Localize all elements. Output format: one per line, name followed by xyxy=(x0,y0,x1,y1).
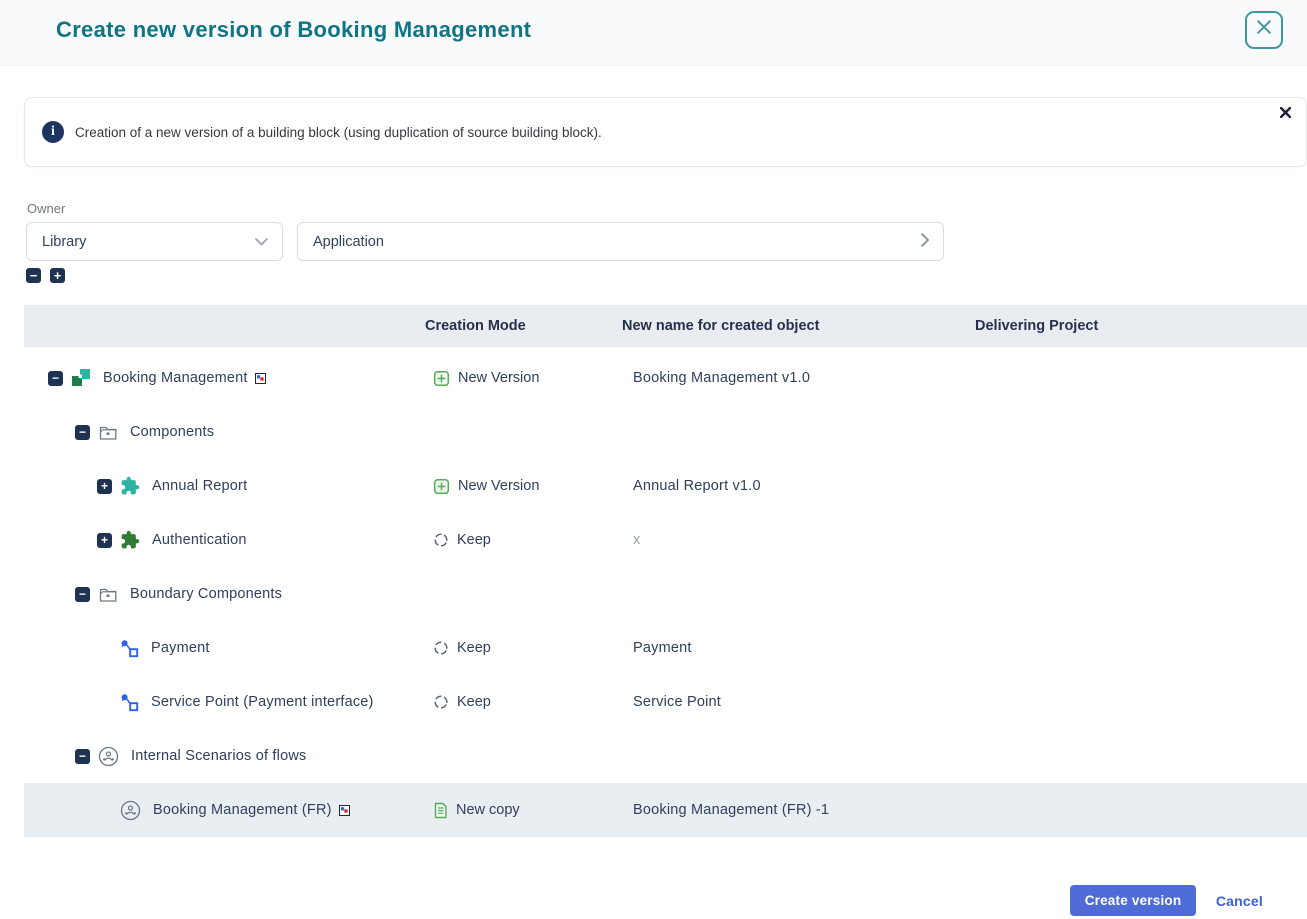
tree-cell: Booking Management (FR) xyxy=(24,800,425,821)
tree-cell: − Internal Scenarios of flows xyxy=(24,746,425,767)
chevron-down-icon xyxy=(255,234,268,250)
scenario-icon xyxy=(120,800,141,821)
dialog-title: Create new version of Booking Management xyxy=(56,17,531,43)
new-name-cell: Annual Report v1.0 xyxy=(622,478,975,494)
tree-cell: − Components xyxy=(24,424,425,441)
building-blocks-icon xyxy=(71,368,91,388)
new-name-cell: Booking Management v1.0 xyxy=(622,370,975,386)
owner-label: Owner xyxy=(27,201,65,216)
building-block-table: Creation Mode New name for created objec… xyxy=(24,305,1307,837)
tree-cell: + Annual Report xyxy=(24,476,425,496)
table-body: − Booking Management New Version Booking … xyxy=(24,351,1307,837)
creation-mode-cell[interactable]: Keep xyxy=(425,694,622,710)
tree-cell: − Boundary Components xyxy=(24,586,425,603)
expand-node-button[interactable]: + xyxy=(97,479,112,494)
info-banner: i Creation of a new version of a buildin… xyxy=(24,97,1307,167)
tree-cell: + Authentication xyxy=(24,530,425,550)
table-row[interactable]: − Booking Management New Version Booking … xyxy=(24,351,1307,405)
interface-icon xyxy=(120,693,139,712)
owner-target-picker[interactable]: Application xyxy=(297,222,944,261)
folder-icon xyxy=(98,424,118,441)
new-name-cell: Booking Management (FR) -1 xyxy=(622,802,975,818)
collapse-all-button[interactable]: − xyxy=(26,268,41,283)
collapse-node-button[interactable]: − xyxy=(48,371,63,386)
folder-icon xyxy=(98,586,118,603)
create-version-button[interactable]: Create version xyxy=(1070,885,1196,916)
table-row[interactable]: Booking Management (FR) New copy Booking … xyxy=(24,783,1307,837)
creation-mode-label: New Version xyxy=(458,370,539,386)
new-version-icon xyxy=(433,370,450,387)
new-name-cell: Payment xyxy=(622,640,975,656)
creation-mode-cell[interactable]: Keep xyxy=(425,640,622,656)
shared-badge-icon xyxy=(255,373,266,384)
puzzle-green-icon xyxy=(120,530,140,550)
banner-close-icon[interactable] xyxy=(1280,107,1291,118)
scenario-icon xyxy=(98,746,119,767)
new-name-cell: Service Point xyxy=(622,694,975,710)
node-label: Payment xyxy=(151,640,210,656)
column-creation-mode: Creation Mode xyxy=(425,318,622,334)
collapse-node-button[interactable]: − xyxy=(75,749,90,764)
new-name-cell: x xyxy=(622,532,975,548)
expand-node-button[interactable]: + xyxy=(97,533,112,548)
puzzle-teal-icon xyxy=(120,476,140,496)
expand-all-button[interactable]: + xyxy=(50,268,65,283)
shared-badge-icon xyxy=(339,805,350,816)
chevron-right-icon xyxy=(921,233,929,251)
collapse-node-button[interactable]: − xyxy=(75,425,90,440)
column-delivering-project: Delivering Project xyxy=(975,318,1307,334)
creation-mode-label: Keep xyxy=(457,640,491,656)
table-row[interactable]: + Authentication Keep x xyxy=(24,513,1307,567)
collapse-node-button[interactable]: − xyxy=(75,587,90,602)
creation-mode-label: New Version xyxy=(458,478,539,494)
info-icon: i xyxy=(42,121,64,143)
creation-mode-cell[interactable]: New Version xyxy=(425,370,622,387)
node-label: Booking Management xyxy=(103,370,248,386)
node-label: Components xyxy=(130,424,214,440)
creation-mode-label: Keep xyxy=(457,532,491,548)
column-new-name: New name for created object xyxy=(622,318,975,334)
node-label: Service Point (Payment interface) xyxy=(151,694,374,710)
tree-toolbar: − + xyxy=(26,268,65,283)
table-row[interactable]: Payment Keep Payment xyxy=(24,621,1307,675)
keep-icon xyxy=(433,694,449,710)
owner-type-select[interactable]: Library xyxy=(26,222,283,261)
node-label: Booking Management (FR) xyxy=(153,802,332,818)
creation-mode-cell[interactable]: New copy xyxy=(425,802,622,819)
new-copy-icon xyxy=(433,802,448,819)
owner-type-value: Library xyxy=(42,234,86,250)
node-label: Boundary Components xyxy=(130,586,282,602)
table-row[interactable]: − Boundary Components xyxy=(24,567,1307,621)
info-banner-text: Creation of a new version of a building … xyxy=(75,125,602,140)
table-row[interactable]: Service Point (Payment interface) Keep Se… xyxy=(24,675,1307,729)
table-row[interactable]: + Annual Report New Version Annual Report… xyxy=(24,459,1307,513)
keep-icon xyxy=(433,640,449,656)
creation-mode-label: Keep xyxy=(457,694,491,710)
creation-mode-cell[interactable]: New Version xyxy=(425,478,622,495)
table-header-row: Creation Mode New name for created objec… xyxy=(24,305,1307,347)
tree-cell: − Booking Management xyxy=(24,368,425,388)
table-row[interactable]: − Components xyxy=(24,405,1307,459)
tree-cell: Payment xyxy=(24,639,425,658)
new-version-icon xyxy=(433,478,450,495)
tree-cell: Service Point (Payment interface) xyxy=(24,693,425,712)
interface-icon xyxy=(120,639,139,658)
table-row[interactable]: − Internal Scenarios of flows xyxy=(24,729,1307,783)
close-icon xyxy=(1257,20,1271,39)
creation-mode-cell[interactable]: Keep xyxy=(425,532,622,548)
keep-icon xyxy=(433,532,449,548)
creation-mode-label: New copy xyxy=(456,802,520,818)
dialog-header: Create new version of Booking Management xyxy=(0,0,1307,66)
node-label: Authentication xyxy=(152,532,247,548)
cancel-button[interactable]: Cancel xyxy=(1216,893,1263,909)
dialog-close-button[interactable] xyxy=(1245,11,1283,49)
node-label: Internal Scenarios of flows xyxy=(131,748,306,764)
node-label: Annual Report xyxy=(152,478,247,494)
owner-target-value: Application xyxy=(313,234,384,250)
